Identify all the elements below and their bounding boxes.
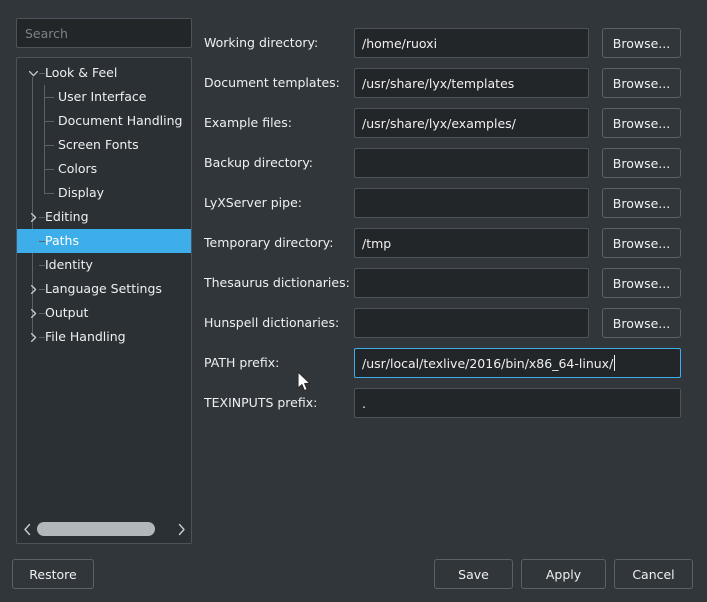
label-document-templates: Document templates: [204,75,340,90]
browse-button-backup-directory[interactable]: Browse... [602,148,681,178]
tree-connector [44,97,54,98]
input-temporary-directory[interactable] [354,228,589,258]
input-working-directory[interactable] [354,28,589,58]
sidebar-item-label: User Interface [58,89,147,104]
sidebar-item-label: Display [58,185,105,200]
sidebar-item-look-feel[interactable]: Look & Feel [17,61,191,85]
input-example-files[interactable] [354,108,589,138]
sidebar-item-label: Identity [45,257,93,272]
scrollbar-thumb[interactable] [37,522,155,536]
sidebar-item-label: Output [45,305,89,320]
sidebar-item-language-settings[interactable]: Language Settings [17,277,191,301]
scroll-right-button[interactable] [171,515,191,543]
sidebar-item-output[interactable]: Output [17,301,191,325]
sidebar-item-label: Language Settings [45,281,162,296]
sidebar-item-label: Screen Fonts [58,137,139,152]
restore-button[interactable]: Restore [12,559,94,589]
sidebar-item-file-handling[interactable]: File Handling [17,325,191,349]
text-caret [614,355,616,371]
tree-connector [44,121,54,122]
sidebar-item-paths[interactable]: Paths [17,229,191,253]
save-button[interactable]: Save [434,559,513,589]
input-texinputs-prefix[interactable] [354,388,681,418]
input-backup-directory[interactable] [354,148,589,178]
browse-button-working-directory[interactable]: Browse... [602,28,681,58]
sidebar-item-label: Colors [58,161,98,176]
sidebar-item-editing[interactable]: Editing [17,205,191,229]
label-working-directory: Working directory: [204,35,319,50]
tree-connector [39,241,45,242]
settings-category-tree[interactable]: Look & Feel User Interface Document Handli… [16,57,192,544]
input-hunspell-dictionaries[interactable] [354,308,589,338]
input-lyxserver-pipe[interactable] [354,188,589,218]
sidebar-item-user-interface[interactable]: User Interface [17,85,191,109]
search-input[interactable] [16,18,192,48]
sidebar-item-label: File Handling [45,329,126,344]
label-temporary-directory: Temporary directory: [204,235,334,250]
label-texinputs-prefix: TEXINPUTS prefix: [204,395,318,410]
scroll-left-button[interactable] [17,515,37,543]
input-document-templates[interactable] [354,68,589,98]
label-hunspell-dictionaries: Hunspell dictionaries: [204,315,340,330]
tree-connector [39,337,45,338]
settings-navigation-panel [16,18,192,48]
label-example-files: Example files: [204,115,292,130]
sidebar-item-screen-fonts[interactable]: Screen Fonts [17,133,191,157]
tree-item-list: Look & Feel User Interface Document Handli… [17,61,191,513]
sidebar-item-identity[interactable]: Identity [17,253,191,277]
browse-button-lyxserver-pipe[interactable]: Browse... [602,188,681,218]
label-lyxserver-pipe: LyXServer pipe: [204,195,302,210]
input-thesaurus-dictionaries[interactable] [354,268,589,298]
tree-connector [44,145,54,146]
browse-button-hunspell-dictionaries[interactable]: Browse... [602,308,681,338]
tree-connector [39,265,45,266]
tree-connector [39,73,45,74]
tree-connector [44,169,54,170]
label-backup-directory: Backup directory: [204,155,314,170]
apply-button[interactable]: Apply [521,559,606,589]
label-path-prefix: PATH prefix: [204,355,280,370]
cancel-button[interactable]: Cancel [614,559,693,589]
label-thesaurus-dictionaries: Thesaurus dictionaries: [204,275,350,290]
sidebar-item-colors[interactable]: Colors [17,157,191,181]
scrollbar-track[interactable] [37,522,171,536]
sidebar-item-label: Editing [45,209,89,224]
sidebar-item-display[interactable]: Display [17,181,191,205]
browse-button-document-templates[interactable]: Browse... [602,68,681,98]
tree-connector [39,313,45,314]
tree-horizontal-scrollbar[interactable] [17,515,191,543]
sidebar-item-document-handling[interactable]: Document Handling [17,109,191,133]
browse-button-temporary-directory[interactable]: Browse... [602,228,681,258]
sidebar-item-label: Look & Feel [45,65,118,80]
browse-button-thesaurus-dictionaries[interactable]: Browse... [602,268,681,298]
browse-button-example-files[interactable]: Browse... [602,108,681,138]
tree-connector [39,217,45,218]
sidebar-item-label: Paths [45,233,79,248]
tree-connector [44,193,54,194]
input-path-prefix[interactable] [354,348,681,378]
sidebar-item-label: Document Handling [58,113,183,128]
tree-connector [39,289,45,290]
